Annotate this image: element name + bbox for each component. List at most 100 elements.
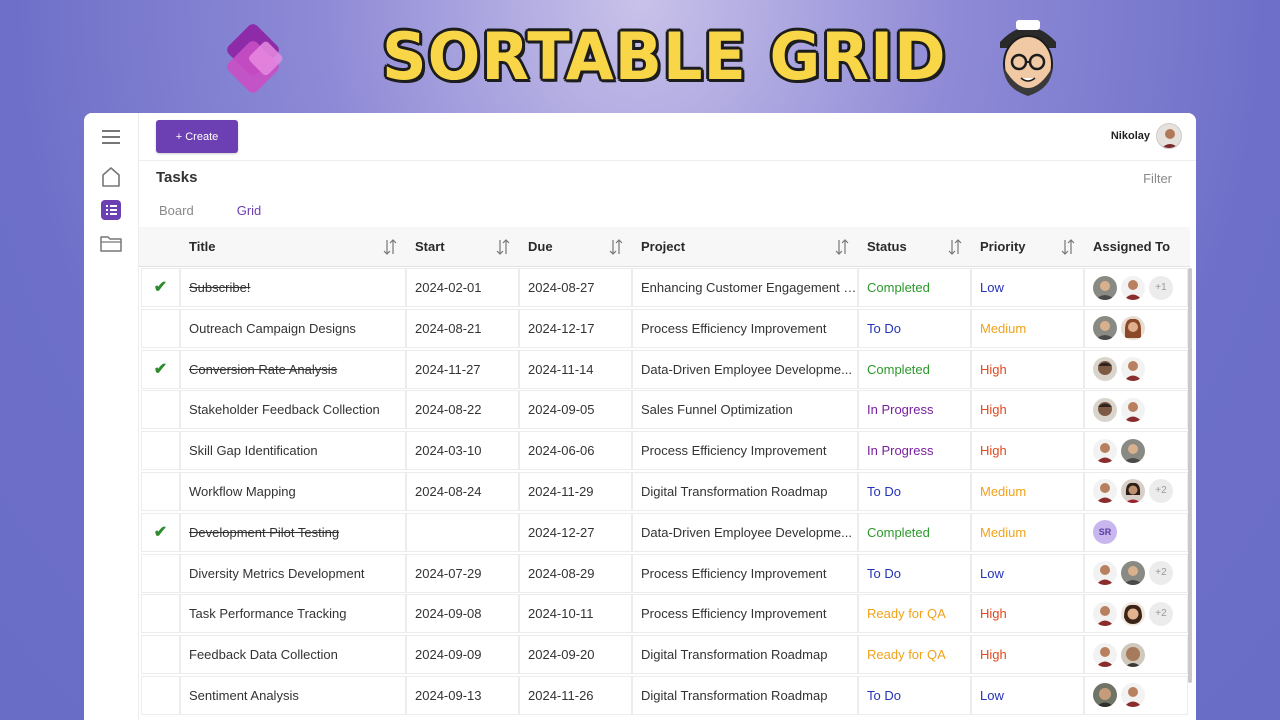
priority-cell[interactable]: High — [972, 636, 1083, 674]
user-menu[interactable]: Nikolay — [1111, 123, 1182, 149]
table-row[interactable]: Skill Gap Identification 2024-03-10 2024-0… — [139, 430, 1190, 471]
more-assignees-badge[interactable]: +2 — [1149, 601, 1173, 626]
status-cell[interactable]: Completed — [859, 350, 970, 388]
tab-grid[interactable]: Grid — [237, 203, 262, 218]
sort-icon[interactable] — [835, 239, 849, 255]
sort-icon[interactable] — [383, 239, 397, 255]
start-cell[interactable]: 2024-11-27 — [407, 350, 518, 388]
start-cell[interactable]: 2024-08-22 — [407, 391, 518, 429]
due-cell[interactable]: 2024-09-20 — [520, 636, 631, 674]
avatar[interactable] — [1093, 561, 1117, 586]
title-cell[interactable]: Skill Gap Identification — [181, 432, 405, 470]
status-cell[interactable]: To Do — [859, 472, 970, 510]
vertical-scrollbar[interactable] — [1188, 268, 1192, 683]
status-cell[interactable]: Completed — [859, 513, 970, 551]
table-row[interactable]: Diversity Metrics Development 2024-07-29 2… — [139, 553, 1190, 594]
filter-button[interactable]: Filter — [1143, 171, 1172, 186]
table-row[interactable]: ✔ Conversion Rate Analysis 2024-11-27 2024-… — [139, 349, 1190, 390]
row-check-cell[interactable]: ✔ — [142, 350, 179, 388]
project-cell[interactable]: Digital Transformation Roadmap — [633, 676, 857, 714]
avatar[interactable] — [1093, 601, 1117, 626]
status-cell[interactable]: Ready for QA — [859, 595, 970, 633]
avatar[interactable] — [1121, 275, 1145, 300]
priority-cell[interactable]: Medium — [972, 309, 1083, 347]
priority-cell[interactable]: High — [972, 350, 1083, 388]
avatar[interactable] — [1121, 601, 1145, 626]
due-cell[interactable]: 2024-11-26 — [520, 676, 631, 714]
project-cell[interactable]: Enhancing Customer Engagement S... — [633, 269, 857, 306]
list-icon[interactable] — [99, 198, 123, 222]
title-cell[interactable]: Outreach Campaign Designs — [181, 309, 405, 347]
avatar[interactable] — [1093, 275, 1117, 300]
home-icon[interactable] — [99, 165, 123, 189]
menu-icon[interactable] — [99, 125, 123, 149]
table-row[interactable]: Task Performance Tracking 2024-09-08 2024-… — [139, 593, 1190, 635]
avatar[interactable] — [1121, 642, 1145, 667]
row-check-cell[interactable]: ✔ — [142, 269, 179, 306]
title-cell[interactable]: Development Pilot Testing — [181, 513, 405, 551]
tab-board[interactable]: Board — [159, 203, 194, 218]
priority-cell[interactable]: High — [972, 595, 1083, 633]
title-cell[interactable]: Diversity Metrics Development — [181, 554, 405, 592]
avatar[interactable] — [1093, 316, 1117, 341]
project-cell[interactable]: Process Efficiency Improvement — [633, 554, 857, 592]
avatar[interactable] — [1093, 438, 1117, 463]
avatar[interactable] — [1121, 438, 1145, 463]
avatar[interactable] — [1093, 642, 1117, 667]
title-cell[interactable]: Workflow Mapping — [181, 472, 405, 510]
status-cell[interactable]: To Do — [859, 309, 970, 347]
table-row[interactable]: Feedback Data Collection 2024-09-09 2024-0… — [139, 634, 1190, 675]
title-cell[interactable]: Conversion Rate Analysis — [181, 350, 405, 388]
avatar[interactable] — [1093, 479, 1117, 504]
row-check-cell[interactable] — [142, 391, 179, 429]
column-header-start[interactable]: Start — [415, 227, 445, 267]
start-cell[interactable]: 2024-02-01 — [407, 269, 518, 306]
more-assignees-badge[interactable]: +1 — [1149, 275, 1173, 300]
avatar-initials[interactable]: SR — [1093, 520, 1117, 545]
avatar[interactable] — [1121, 683, 1145, 708]
avatar[interactable] — [1093, 397, 1117, 422]
start-cell[interactable]: 2024-08-24 — [407, 472, 518, 510]
start-cell[interactable]: 2024-07-29 — [407, 554, 518, 592]
start-cell[interactable]: 2024-09-09 — [407, 636, 518, 674]
start-cell[interactable]: 2024-03-10 — [407, 432, 518, 470]
sort-icon[interactable] — [948, 239, 962, 255]
more-assignees-badge[interactable]: +2 — [1149, 479, 1173, 504]
avatar[interactable] — [1093, 357, 1117, 382]
row-check-cell[interactable] — [142, 676, 179, 714]
project-cell[interactable]: Digital Transformation Roadmap — [633, 472, 857, 510]
avatar[interactable] — [1121, 397, 1145, 422]
due-cell[interactable]: 2024-09-05 — [520, 391, 631, 429]
avatar[interactable] — [1093, 683, 1117, 708]
start-cell[interactable]: 2024-09-08 — [407, 595, 518, 633]
priority-cell[interactable]: High — [972, 391, 1083, 429]
column-header-priority[interactable]: Priority — [980, 227, 1026, 267]
title-cell[interactable]: Sentiment Analysis — [181, 676, 405, 714]
table-row[interactable]: Workflow Mapping 2024-08-24 2024-11-29 Digi… — [139, 471, 1190, 512]
sort-icon[interactable] — [609, 239, 623, 255]
row-check-cell[interactable] — [142, 432, 179, 470]
row-check-cell[interactable] — [142, 595, 179, 633]
column-header-due[interactable]: Due — [528, 227, 553, 267]
title-cell[interactable]: Subscribe! — [181, 269, 405, 306]
status-cell[interactable]: In Progress — [859, 432, 970, 470]
column-header-title[interactable]: Title — [189, 227, 216, 267]
priority-cell[interactable]: Low — [972, 554, 1083, 592]
table-row[interactable]: ✔ Development Pilot Testing 2024-12-27 Data… — [139, 512, 1190, 553]
priority-cell[interactable]: High — [972, 432, 1083, 470]
column-header-project[interactable]: Project — [641, 227, 685, 267]
due-cell[interactable]: 2024-12-27 — [520, 513, 631, 551]
title-cell[interactable]: Task Performance Tracking — [181, 595, 405, 633]
project-cell[interactable]: Data-Driven Employee Developme... — [633, 513, 857, 551]
avatar[interactable] — [1121, 479, 1145, 504]
due-cell[interactable]: 2024-08-29 — [520, 554, 631, 592]
avatar[interactable] — [1121, 316, 1145, 341]
status-cell[interactable]: Ready for QA — [859, 636, 970, 674]
table-row[interactable]: Sentiment Analysis 2024-09-13 2024-11-26 Di… — [139, 675, 1190, 716]
avatar[interactable] — [1121, 561, 1145, 586]
row-check-cell[interactable] — [142, 309, 179, 347]
start-cell[interactable] — [407, 513, 518, 551]
row-check-cell[interactable]: ✔ — [142, 513, 179, 551]
avatar[interactable] — [1156, 123, 1182, 149]
priority-cell[interactable]: Medium — [972, 513, 1083, 551]
